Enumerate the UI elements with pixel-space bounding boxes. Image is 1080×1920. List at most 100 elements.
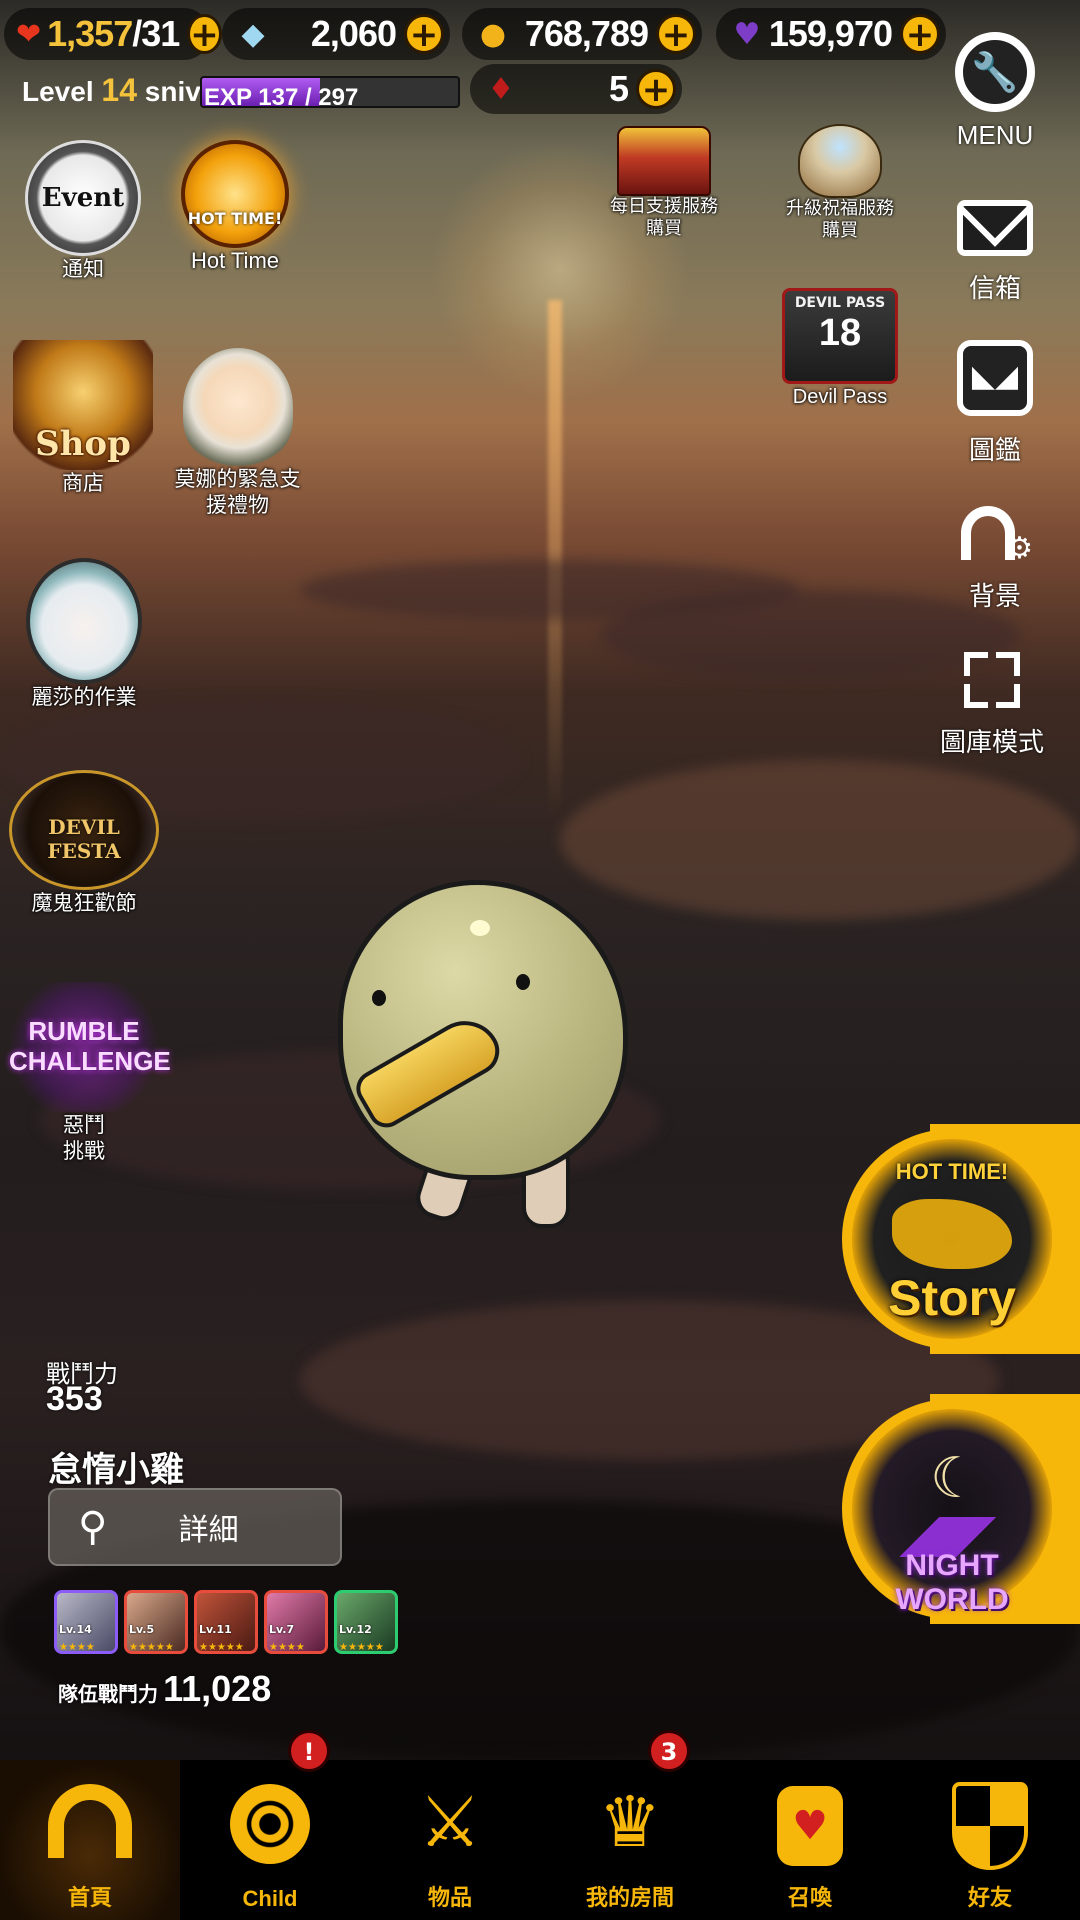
search-icon: ⚲ [78,1504,108,1550]
team-member-card[interactable]: Lv.14 ★★★★ [54,1590,118,1654]
nav-friends[interactable]: 好友 [900,1760,1080,1920]
wrench-gear-icon: 🔧 [955,32,1035,112]
nav-summon[interactable]: ♥ 召喚 [720,1760,900,1920]
arch-gear-icon: ⚙ [957,500,1033,564]
rumble-challenge-art-text: RUMBLE CHALLENGE [9,1016,171,1076]
team-member-level: Lv.11 [199,1623,232,1636]
hearts-max: /31 [132,13,180,54]
story-map-icon [892,1199,1012,1269]
dark-heart-gem-icon: ♥ [733,16,761,52]
devil-festa-art-text: DEVIL FESTA [47,815,121,863]
gems-counter: ◆ 2,060 + [222,8,450,60]
gallery-mode-button[interactable]: 圖庫模式 [930,652,1054,759]
nav-my-room[interactable]: 3 ♛ 我的房間 [540,1730,720,1920]
upgrade-blessing-button[interactable]: 升級祝福服務購買 [776,124,904,242]
background-button[interactable]: ⚙ 背景 [940,500,1050,613]
shop-art-text: Shop [35,424,131,464]
character-name: 怠惰小雞 [48,1450,184,1490]
collection-button[interactable]: ◣◢ 圖鑑 [940,340,1050,467]
hot-time-art-text: HOT TIME! [187,209,283,228]
red-gems-value: 5 [608,68,629,109]
gallery-mode-label: 圖庫模式 [939,727,1044,757]
night-world-banner[interactable]: ☾ NIGHT WORLD [842,1394,1080,1624]
team-member-card[interactable]: Lv.5 ★★★★★ [124,1590,188,1654]
nav-my-room-label: 我的房間 [585,1886,674,1911]
team-roster: Lv.14 ★★★★ Lv.5 ★★★★★ Lv.11 ★★★★★ Lv.7 ★… [54,1590,398,1654]
daily-support-button[interactable]: 每日支援服務購買 [600,126,728,240]
mona-portrait-icon [182,348,293,466]
menu-button[interactable]: 🔧 MENU [940,32,1050,151]
cloud [560,760,1080,920]
menu-label: MENU [956,120,1034,150]
sword-shield-icon: ⚔ [418,1781,482,1863]
devil-pass-button[interactable]: DEVIL PASS 18 Devil Pass [776,288,904,410]
gold-coin-icon: ● [479,16,507,52]
team-member-stars: ★★★★ [59,1642,95,1653]
daily-support-label: 每日支援服務購買 [610,196,718,239]
mailbox-button[interactable]: 信箱 [940,200,1050,305]
team-member-card[interactable]: Lv.11 ★★★★★ [194,1590,258,1654]
add-gold-button[interactable]: + [656,14,696,54]
devil-pass-level: 18 [818,312,862,354]
team-member-card[interactable]: Lv.12 ★★★★★ [334,1590,398,1654]
event-art-text: Event [41,183,125,213]
devil-festa-button[interactable]: DEVIL FESTA 魔鬼狂歡節 [4,770,164,916]
team-power-value: 11,028 [163,1668,272,1709]
exp-text: EXP 137 / 297 [204,84,359,111]
shop-button[interactable]: Shop 商店 [8,340,158,496]
team-member-stars: ★★★★★ [339,1642,384,1653]
add-hearts-button[interactable]: + [187,14,222,54]
dark-gems-value: 159,970 [768,13,893,54]
notice-button[interactable]: Event 通知 [18,140,148,282]
nav-child[interactable]: ! Child [180,1730,360,1920]
heart-potion-icon: ♥ [777,1786,843,1866]
nav-items[interactable]: ⚔ 物品 [360,1760,540,1920]
envelope-icon [957,200,1033,256]
team-member-level: Lv.7 [269,1623,295,1636]
team-member-card[interactable]: Lv.7 ★★★★ [264,1590,328,1654]
gold-value: 768,789 [524,13,649,54]
character-eye-right [516,974,530,990]
team-power-label: 隊伍戰鬥力 [58,1682,158,1706]
corner-br [996,684,1020,708]
notice-label: 通知 [62,257,104,281]
hot-time-clock-icon: HOT TIME! [181,140,289,248]
team-member-level: Lv.5 [129,1623,155,1636]
hot-time-button[interactable]: HOT TIME! Hot Time [170,130,300,274]
treasure-chest-icon: Shop [13,340,153,470]
event-wreath-icon: Event [25,140,141,256]
night-world-label: NIGHT WORLD [895,1549,1009,1616]
character-sprite[interactable] [330,880,630,1240]
team-member-stars: ★★★★★ [129,1642,174,1653]
team-member-level: Lv.14 [59,1623,92,1636]
add-dark-gems-button[interactable]: + [900,14,940,54]
corner-bl [964,684,988,708]
nav-home[interactable]: 首頁 [0,1760,180,1920]
dark-gems-counter: ♥ 159,970 + [716,8,946,60]
nav-friends-label: 好友 [967,1886,1012,1911]
corner-tl [964,652,988,676]
nav-home-label: 首頁 [67,1886,112,1911]
rumble-challenge-button[interactable]: RUMBLE CHALLENGE 惡鬥挑戰 [4,982,171,1164]
team-member-stars: ★★★★ [269,1642,305,1653]
story-banner[interactable]: HOT TIME! Story [842,1124,1080,1354]
red-gems-counter: ♦ 5 + [470,64,682,114]
detail-button[interactable]: ⚲ 詳細 [48,1488,342,1566]
character-shine [470,920,490,936]
envelope-flap [963,206,1027,247]
laurel-crown-icon: ♛ [598,1781,662,1863]
story-hot-time-text: HOT TIME! [895,1159,1009,1184]
room-notification-badge: 3 [648,1730,690,1772]
lisa-homework-button[interactable]: 麗莎的作業 [14,558,154,710]
add-gems-button[interactable]: + [404,14,444,54]
hearts-counter: ❤ 1,357/31 + [4,8,222,60]
add-red-gems-button[interactable]: + [636,69,676,109]
mona-gift-button[interactable]: 莫娜的緊急支援禮物 [160,348,315,518]
rumble-challenge-label: 惡鬥挑戰 [63,1113,105,1163]
coin-sack-icon [798,124,882,198]
lisa-homework-label: 麗莎的作業 [31,685,137,709]
team-power: 隊伍戰鬥力 11,028 [58,1668,271,1710]
heart-icon: ❤ [16,16,42,52]
hearts-value: 1,357 [47,13,133,54]
shield-icon [952,1782,1028,1870]
